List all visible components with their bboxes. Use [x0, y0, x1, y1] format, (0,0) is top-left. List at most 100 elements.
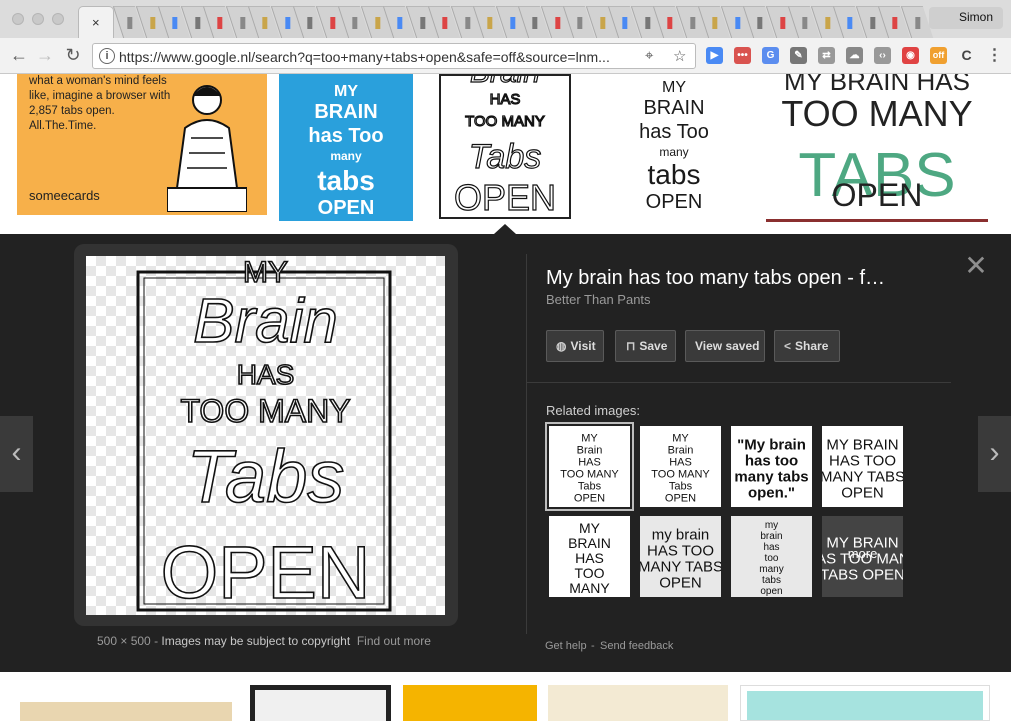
- tab-favicon-icon: [599, 17, 605, 29]
- poster-line: MY: [334, 83, 358, 100]
- off-badge: off: [932, 50, 945, 60]
- related-poster: MYBrainHASTOO MANYTabsOPEN: [560, 433, 619, 505]
- address-bar[interactable]: i https://www.google.nl/search?q=too+man…: [92, 43, 696, 69]
- panel-divider: [526, 254, 527, 634]
- page-info-icon[interactable]: i: [99, 48, 115, 64]
- related-poster-line: open.": [748, 485, 795, 502]
- c-extension-icon[interactable]: C: [958, 47, 975, 64]
- related-poster: MYBRAINHASTOOMANY: [568, 520, 611, 596]
- location-icon[interactable]: ⌖: [645, 47, 653, 64]
- tab-favicon-icon: [892, 17, 898, 29]
- evernote-extension-icon[interactable]: ✎: [790, 47, 807, 64]
- globe-icon: ◍: [556, 339, 567, 353]
- poster-line: TOO MANY: [781, 93, 972, 134]
- related-poster-line: MY: [579, 520, 601, 536]
- related-image-thumbnail[interactable]: "My brain has too many tabs open.": [731, 426, 812, 507]
- forward-arrow-icon[interactable]: →: [34, 44, 56, 66]
- related-image-thumbnail[interactable]: MY Brain HAS TOO MANY Tabs OPEN: [545, 422, 634, 511]
- bookmark-icon: ⊓: [626, 339, 636, 353]
- image-dimensions: 500 × 500: [97, 634, 151, 648]
- reload-icon[interactable]: ↻: [62, 44, 84, 66]
- result-thumbnail-doodle[interactable]: MY BRAIN has Too many tabs OPEN: [604, 74, 744, 221]
- code-extension-icon[interactable]: ‹›: [874, 47, 891, 64]
- preview-image[interactable]: MY Brain HAS TOO MANY Tabs OPEN: [86, 255, 445, 615]
- poster-line: has Too: [639, 121, 709, 143]
- poster-line: Tabs: [469, 138, 541, 176]
- poster-line: OPEN: [161, 531, 371, 614]
- result-thumbnail-teal[interactable]: MY BRAIN HAS TOO MANY TABS OPEN: [766, 74, 988, 222]
- view-saved-button[interactable]: View saved: [685, 330, 765, 362]
- find-out-more-link[interactable]: Find out more: [357, 634, 431, 648]
- tab-favicon-icon: [667, 17, 673, 29]
- video-extension-icon[interactable]: ▶: [706, 47, 723, 64]
- result-thumbnail-yellow[interactable]: [403, 685, 537, 721]
- related-poster-line: MY BRAIN: [826, 437, 898, 454]
- related-poster-line: tabs: [762, 575, 781, 586]
- doodle-poster: MYBRAINhas Too manytabsOPEN: [639, 79, 709, 213]
- related-image-thumbnail[interactable]: my brain HAS TOO MANY TABS OPEN: [640, 516, 721, 597]
- preview-poster: MYBrainHASTOO MANY Tabs OPEN: [136, 255, 392, 615]
- tab-favicon-icon: [824, 17, 830, 29]
- back-arrow-icon[interactable]: ←: [8, 44, 30, 66]
- off-extension-icon[interactable]: off: [930, 47, 947, 64]
- poster-line: HAS: [490, 91, 521, 108]
- image-title[interactable]: My brain has too many tabs open - f…: [546, 267, 885, 290]
- dots-extension-icon[interactable]: •••: [734, 47, 751, 64]
- tab-close-icon[interactable]: ×: [92, 15, 100, 30]
- send-feedback-link[interactable]: Send feedback: [600, 640, 673, 652]
- get-help-link[interactable]: Get help: [545, 640, 587, 652]
- result-thumbnail-blue[interactable]: MY BRAIN has Too many tabs OPEN: [279, 74, 413, 221]
- related-poster-line: MANY TABS: [822, 469, 903, 486]
- related-poster-line: OPEN: [665, 493, 696, 505]
- poster-line: many: [330, 149, 362, 163]
- related-poster-line: MANY TABS: [640, 559, 721, 576]
- related-image-thumbnail[interactable]: MY Brain HAS TOO MANY Tabs OPEN: [640, 426, 721, 507]
- related-image-thumbnail[interactable]: MY BRAINHAS TOO MANYTABS OPENmore: [822, 516, 903, 597]
- menu-icon[interactable]: ⋮: [986, 47, 1003, 64]
- zoom-window-button[interactable]: [52, 13, 64, 25]
- active-tab[interactable]: ×: [78, 6, 114, 38]
- result-thumbnail-framed[interactable]: Brain HAS TOO MANY TabsOPEN: [439, 74, 571, 219]
- result-thumbnail-someecards[interactable]: what a woman's mind feels like, imagine …: [17, 74, 267, 215]
- result-thumbnail-mint[interactable]: [740, 685, 990, 721]
- minimize-window-button[interactable]: [32, 13, 44, 25]
- next-image-button[interactable]: ›: [978, 416, 1011, 492]
- save-button[interactable]: ⊓ Save: [615, 330, 676, 362]
- profile-name: Simon: [959, 10, 994, 24]
- tab-favicon-icon: [352, 17, 358, 29]
- tab-favicon-icon: [217, 17, 223, 29]
- browser-window: × Simon ← → ↻ i https://www.google.nl/se…: [0, 0, 1011, 721]
- related-poster-line: OPEN: [574, 493, 605, 505]
- someecards-logo: someecards: [29, 188, 100, 203]
- poster-line: OPEN: [832, 177, 923, 213]
- record-extension-icon[interactable]: ◉: [902, 47, 919, 64]
- related-poster-line: too: [765, 553, 779, 564]
- related-image-thumbnail[interactable]: MY BRAIN HAS TOO MANY TABS OPEN: [822, 426, 903, 507]
- close-window-button[interactable]: [12, 13, 24, 25]
- image-source[interactable]: Better Than Pants: [546, 292, 651, 307]
- share-button[interactable]: < Share: [774, 330, 840, 362]
- url-text[interactable]: https://www.google.nl/search?q=too+many+…: [119, 49, 639, 65]
- related-poster: MYBrainHASTOO MANYTabsOPEN: [651, 433, 710, 505]
- related-poster-line: has too: [745, 453, 798, 470]
- bookmark-star-icon[interactable]: ☆: [673, 47, 686, 65]
- tab-favicon-icon: [262, 17, 268, 29]
- related-poster-line: HAS: [669, 457, 692, 469]
- close-preview-icon[interactable]: ✕: [962, 252, 990, 280]
- translate-extension-icon[interactable]: G: [762, 47, 779, 64]
- related-image-thumbnail[interactable]: my brain has too many tabs open: [731, 516, 812, 597]
- sync-extension-icon[interactable]: ⇄: [818, 47, 835, 64]
- profile-button[interactable]: Simon: [929, 7, 1003, 29]
- image-meta: 500 × 500 - Images may be subject to cop…: [97, 634, 431, 648]
- image-preview-panel: ‹ › MY Brain HAS TOO MANY Tabs OPEN 500 × 500…: [0, 234, 1011, 672]
- visit-button[interactable]: ◍ Visit: [546, 330, 604, 362]
- previous-image-button[interactable]: ‹: [0, 416, 33, 492]
- related-poster-line: my: [765, 520, 778, 531]
- cloud-extension-icon[interactable]: ☁: [846, 47, 863, 64]
- result-thumbnail-frame[interactable]: [250, 685, 391, 721]
- result-thumbnail-folder[interactable]: [20, 702, 232, 721]
- selected-caret: [494, 224, 516, 234]
- vintage-woman-illustration: [167, 85, 247, 212]
- result-thumbnail-cream[interactable]: [548, 685, 728, 721]
- related-image-thumbnail[interactable]: MY BRAIN HAS TOO MANY: [549, 516, 630, 597]
